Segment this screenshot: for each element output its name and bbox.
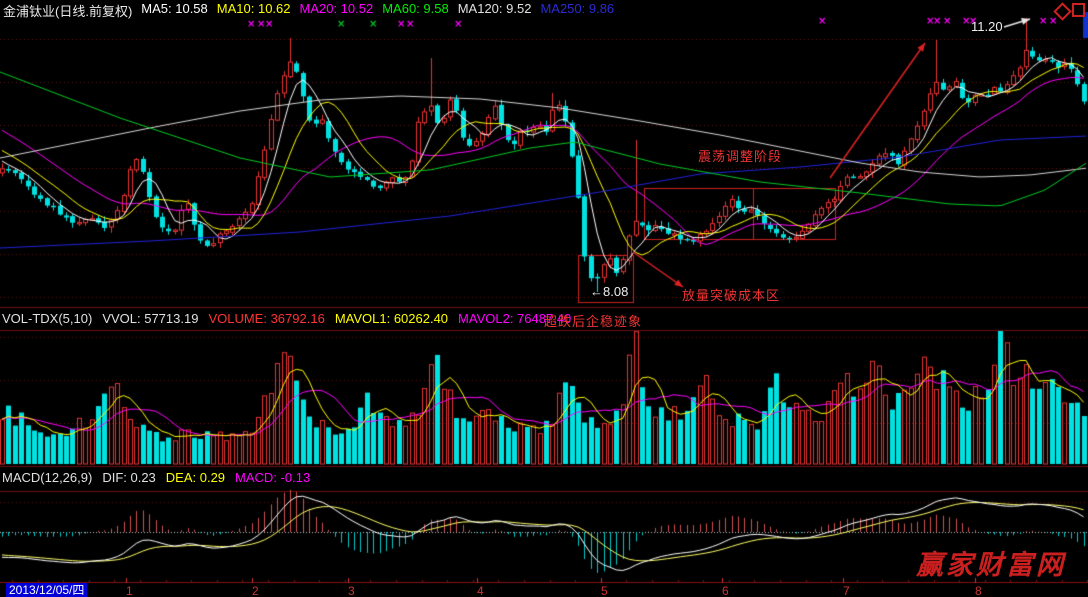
dea-readout: DEA: 0.29 bbox=[166, 470, 225, 485]
month-label: 3 bbox=[348, 584, 355, 597]
macd-indicator-header: MACD(12,26,9) DIF: 0.23 DEA: 0.29 MACD: … bbox=[2, 470, 310, 485]
ma10-readout: MA10: 10.62 bbox=[217, 1, 291, 20]
chart-canvas[interactable] bbox=[0, 0, 1088, 597]
date-label: 2013/12/05/四 bbox=[6, 583, 87, 597]
main-indicator-header: 金浦钛业(日线.前复权) MA5: 10.58 MA10: 10.62 MA20… bbox=[3, 1, 614, 20]
month-label: 4 bbox=[477, 584, 484, 597]
month-label: 8 bbox=[975, 584, 982, 597]
dif-readout: DIF: 0.23 bbox=[102, 470, 155, 485]
annotation-stabilize-sign: 超跌后企稳迹象 bbox=[544, 311, 642, 330]
stock-title: 金浦钛业(日线.前复权) bbox=[3, 1, 132, 20]
square-drawing-icon[interactable] bbox=[1072, 3, 1085, 17]
month-label: 5 bbox=[601, 584, 608, 597]
macd-indicator-name: MACD(12,26,9) bbox=[2, 470, 92, 485]
volume-readout: VOLUME: 36792.16 bbox=[208, 311, 324, 326]
mavol1-readout: MAVOL1: 60262.40 bbox=[335, 311, 448, 326]
month-label: 1 bbox=[126, 584, 133, 597]
ma250-readout: MA250: 9.86 bbox=[540, 1, 614, 20]
ma20-readout: MA20: 10.52 bbox=[300, 1, 374, 20]
annotation-consolidation-stage: 震荡调整阶段 bbox=[698, 146, 782, 165]
ma5-readout: MA5: 10.58 bbox=[141, 1, 208, 20]
volume-indicator-header: VOL-TDX(5,10) VVOL: 57713.19 VOLUME: 367… bbox=[2, 311, 571, 326]
ma60-readout: MA60: 9.58 bbox=[382, 1, 449, 20]
macd-readout: MACD: -0.13 bbox=[235, 470, 310, 485]
month-label: 7 bbox=[843, 584, 850, 597]
low-price-label: ←8.08 bbox=[590, 284, 628, 299]
high-price-label: 11.20 bbox=[971, 19, 1003, 34]
ma120-readout: MA120: 9.52 bbox=[458, 1, 532, 20]
vvol-readout: VVOL: 57713.19 bbox=[102, 311, 198, 326]
stock-chart-app: 金浦钛业(日线.前复权) MA5: 10.58 MA10: 10.62 MA20… bbox=[0, 0, 1088, 597]
vol-indicator-name: VOL-TDX(5,10) bbox=[2, 311, 92, 326]
month-label: 2 bbox=[252, 584, 259, 597]
month-label: 6 bbox=[722, 584, 729, 597]
annotation-volume-breakout: 放量突破成本区 bbox=[682, 285, 780, 304]
watermark: 赢家财富网 bbox=[916, 543, 1066, 582]
